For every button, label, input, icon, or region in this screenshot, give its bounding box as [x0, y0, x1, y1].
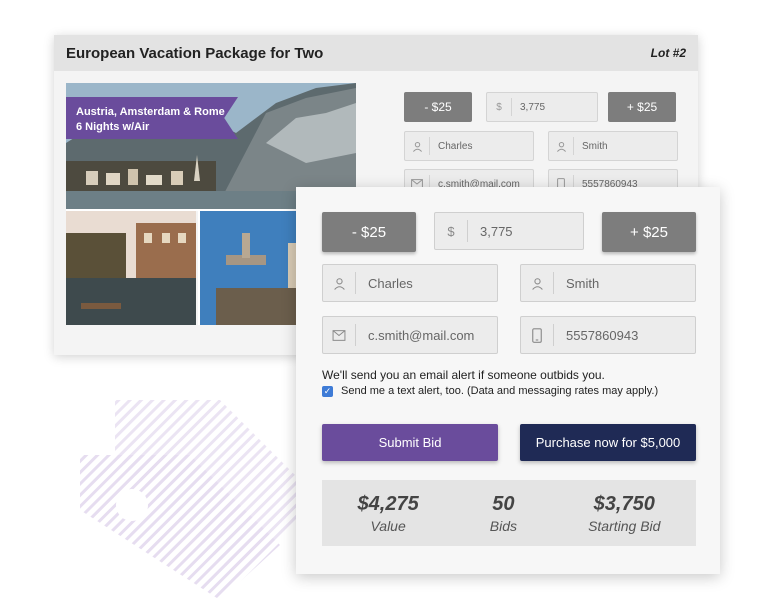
- bid-amount-field[interactable]: $ 3,775: [434, 212, 584, 250]
- auction-stats: $4,275 Value 50 Bids $3,750 Starting Bid: [322, 480, 696, 546]
- email-alert-notice: We'll send you an email alert if someone…: [322, 368, 605, 382]
- stat-value-amount: $4,275: [357, 492, 419, 515]
- check-icon: ✓: [323, 385, 332, 396]
- person-icon: [405, 137, 430, 155]
- email-field[interactable]: c.smith@mail.com: [322, 316, 498, 354]
- first-name-value: Charles: [368, 275, 413, 291]
- dollar-icon: $: [487, 98, 512, 116]
- text-alert-label: Send me a text alert, too. (Data and mes…: [341, 385, 659, 397]
- last-name-field[interactable]: Smith: [520, 264, 696, 302]
- lot-number: Lot #2: [650, 46, 686, 60]
- first-name-field[interactable]: Charles: [322, 264, 498, 302]
- stat-starting-bid-label: Starting Bid: [588, 517, 661, 534]
- ribbon-destinations: Austria, Amsterdam & Rome: [76, 106, 225, 118]
- person-icon: [521, 272, 554, 294]
- person-icon: [323, 272, 356, 294]
- phone-icon: [521, 324, 554, 346]
- back-card-header: European Vacation Package for Two Lot #2: [54, 35, 698, 71]
- dollar-icon: $: [435, 220, 468, 242]
- destination-ribbon: Austria, Amsterdam & Rome 6 Nights w/Air: [66, 97, 238, 139]
- text-alert-option[interactable]: ✓ Send me a text alert, too. (Data and m…: [322, 385, 658, 397]
- purchase-now-button[interactable]: Purchase now for $5,000: [520, 424, 696, 461]
- back-bid-amount-value: 3,775: [520, 101, 546, 113]
- stat-value: $4,275 Value: [358, 493, 419, 534]
- bid-form-card: - $25 $ 3,775 + $25 Charles Smith c.smit…: [296, 187, 720, 574]
- ribbon-duration: 6 Nights w/Air: [76, 121, 150, 133]
- package-title: European Vacation Package for Two: [66, 44, 324, 62]
- phone-field[interactable]: 5557860943: [520, 316, 696, 354]
- person-icon: [549, 137, 574, 155]
- back-increase-bid-button[interactable]: + $25: [608, 92, 676, 122]
- text-alert-checkbox[interactable]: ✓: [322, 385, 333, 397]
- last-name-value: Smith: [566, 275, 600, 291]
- phone-value: 5557860943: [566, 327, 639, 343]
- stat-starting-bid: $3,750 Starting Bid: [588, 493, 660, 534]
- back-decrease-bid-button[interactable]: - $25: [404, 92, 472, 122]
- submit-bid-button[interactable]: Submit Bid: [322, 424, 498, 461]
- back-first-name-value: Charles: [438, 140, 473, 152]
- decrease-bid-button[interactable]: - $25: [322, 212, 416, 252]
- envelope-icon: [323, 324, 356, 346]
- email-value: c.smith@mail.com: [368, 327, 475, 343]
- back-last-name-field[interactable]: Smith: [548, 131, 678, 161]
- back-last-name-value: Smith: [582, 140, 608, 152]
- back-first-name-field[interactable]: Charles: [404, 131, 534, 161]
- stat-bids-count: 50: [492, 492, 515, 515]
- bid-amount-value: 3,775: [480, 223, 513, 239]
- back-bid-amount-field[interactable]: $ 3,775: [486, 92, 598, 122]
- stat-bids: 50 Bids: [490, 493, 517, 534]
- increase-bid-button[interactable]: + $25: [602, 212, 696, 252]
- stat-bids-label: Bids: [489, 517, 517, 534]
- stat-value-label: Value: [370, 517, 406, 534]
- stat-starting-bid-amount: $3,750: [593, 492, 655, 515]
